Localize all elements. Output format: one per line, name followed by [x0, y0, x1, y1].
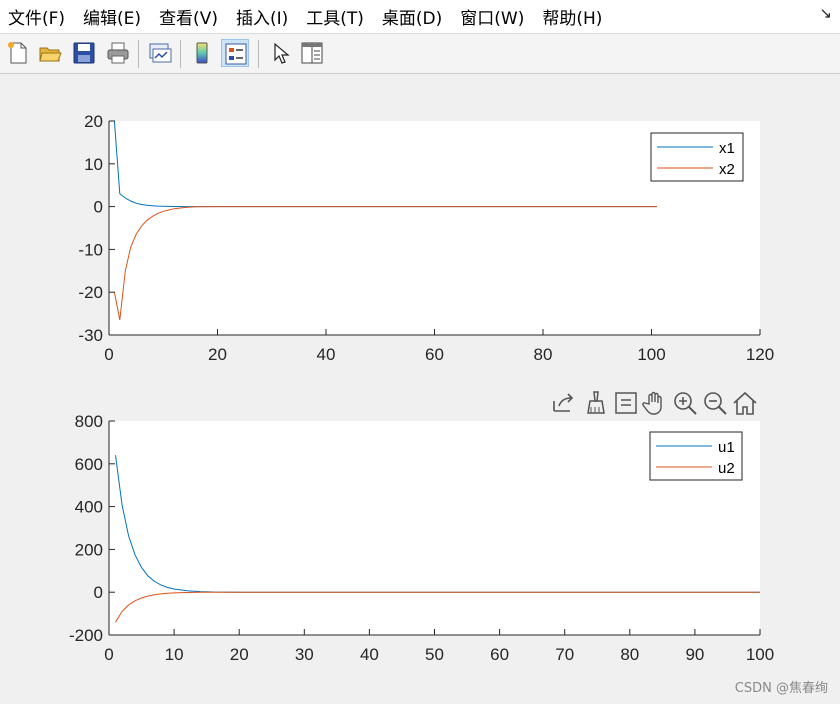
insert-colorbar-icon[interactable]	[188, 39, 216, 67]
x-tick-label: 20	[208, 345, 227, 364]
dock-arrow-icon[interactable]: ↘	[819, 4, 832, 22]
insert-legend-icon[interactable]	[221, 39, 249, 67]
x-tick-label: 20	[230, 645, 249, 664]
x-tick-label: 0	[104, 645, 113, 664]
menu-edit[interactable]: 编辑(E)	[74, 4, 150, 29]
x-tick-label: 90	[685, 645, 704, 664]
x-tick-label: 100	[637, 345, 665, 364]
link-plot-icon[interactable]	[146, 39, 174, 67]
edit-plot-pointer-icon[interactable]	[266, 39, 294, 67]
figure-canvas[interactable]: 0 20 40 60 80 100 120 -30 -20 -10 0 10 20 x1 x2 0 10 20 30…	[0, 72, 840, 704]
x-tick-label: 60	[490, 645, 509, 664]
new-figure-icon[interactable]	[4, 39, 32, 67]
y-tick-label: 0	[94, 198, 103, 217]
y-tick-label: 600	[75, 455, 103, 474]
figure-toolbar	[0, 33, 840, 74]
x-tick-label: 40	[360, 645, 379, 664]
x-tick-label: 0	[104, 345, 113, 364]
x-tick-label: 80	[620, 645, 639, 664]
print-icon[interactable]	[104, 39, 132, 67]
legend-label-u2: u2	[718, 460, 735, 477]
toolbar-separator	[138, 40, 139, 68]
legend-label-x1: x1	[719, 140, 735, 157]
menu-file[interactable]: 文件(F)	[0, 4, 74, 29]
toolbar-separator	[258, 40, 259, 68]
menu-insert[interactable]: 插入(I)	[227, 4, 297, 29]
y-tick-label: -20	[78, 283, 103, 302]
x-tick-label: 30	[295, 645, 314, 664]
legend-label-x2: x2	[719, 161, 735, 178]
menu-view[interactable]: 查看(V)	[150, 4, 227, 29]
x-tick-label: 10	[165, 645, 184, 664]
y-tick-label: 200	[75, 540, 103, 559]
x-tick-label: 100	[746, 645, 774, 664]
open-file-icon[interactable]	[36, 39, 64, 67]
x-tick-label: 70	[555, 645, 574, 664]
watermark: CSDN @焦春绚	[734, 681, 828, 696]
x-tick-label: 40	[317, 345, 336, 364]
y-tick-label: -200	[69, 626, 103, 645]
x-tick-label: 80	[534, 345, 553, 364]
x-tick-label: 60	[425, 345, 444, 364]
menu-help[interactable]: 帮助(H)	[533, 4, 611, 29]
save-icon[interactable]	[70, 39, 98, 67]
y-tick-label: 800	[75, 412, 103, 431]
property-inspector-icon[interactable]	[298, 39, 326, 67]
y-tick-label: -10	[78, 240, 103, 259]
x-tick-label: 120	[746, 345, 774, 364]
toolbar-separator	[180, 40, 181, 68]
y-tick-label: 400	[75, 498, 103, 517]
menu-bar: 文件(F) 编辑(E) 查看(V) 插入(I) 工具(T) 桌面(D) 窗口(W…	[0, 0, 840, 33]
menu-window[interactable]: 窗口(W)	[451, 4, 533, 29]
menu-desktop[interactable]: 桌面(D)	[373, 4, 451, 29]
legend-label-u1: u1	[718, 439, 735, 456]
menu-tools[interactable]: 工具(T)	[297, 4, 373, 29]
y-tick-label: 0	[94, 583, 103, 602]
x-tick-label: 50	[425, 645, 444, 664]
y-tick-label: 10	[84, 155, 103, 174]
y-tick-label: -30	[78, 326, 103, 345]
y-tick-label: 20	[84, 112, 103, 131]
